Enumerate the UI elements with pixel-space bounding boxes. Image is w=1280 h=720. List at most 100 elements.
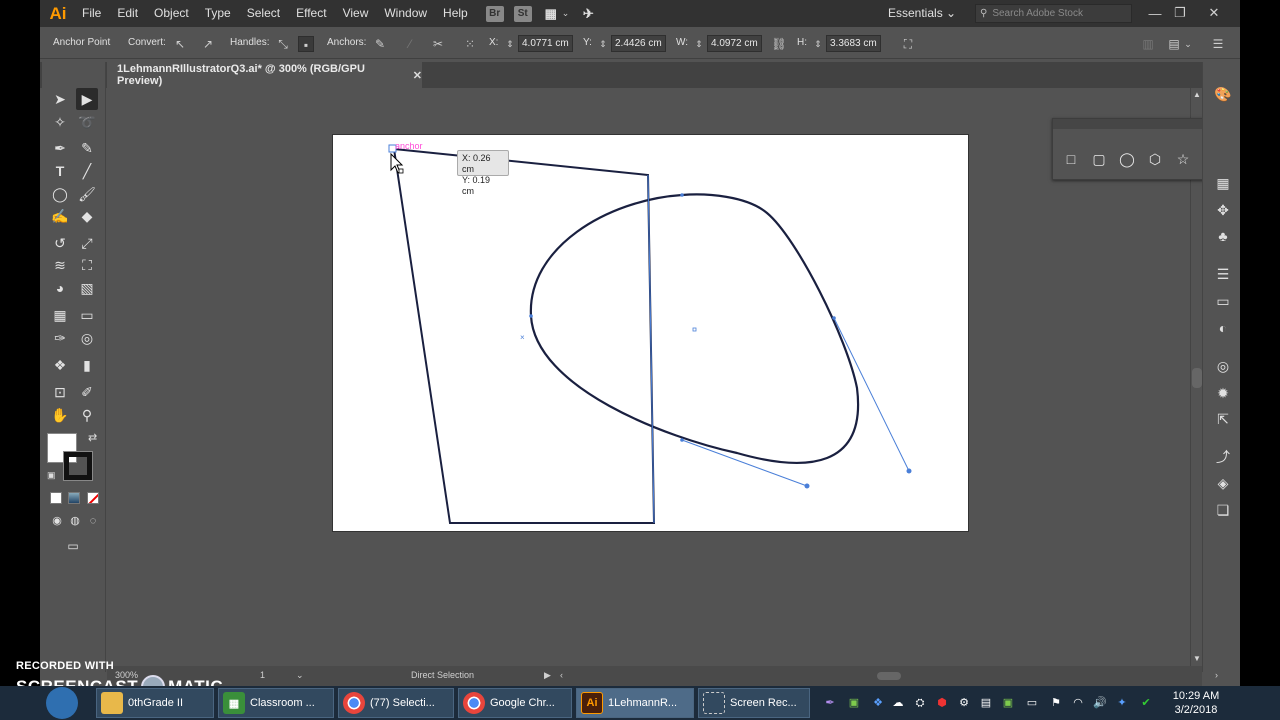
symbols-panel-icon[interactable]: ▦ — [1213, 173, 1233, 193]
artboards-panel-icon[interactable]: ❏ — [1213, 500, 1233, 520]
ellipse-tool-icon[interactable]: ◯ — [49, 183, 71, 205]
menu-window[interactable]: Window — [376, 0, 435, 27]
artboard-number[interactable]: 1 — [260, 670, 265, 680]
minimize-icon[interactable]: — — [1145, 3, 1165, 23]
pen-tool-icon[interactable]: ✒ — [49, 137, 71, 159]
stepper-icon[interactable]: ⇕ — [505, 36, 515, 52]
color-panel-icon[interactable]: 🎨 — [1213, 84, 1233, 104]
start-button[interactable] — [46, 687, 78, 719]
artwork[interactable]: × — [107, 88, 1190, 666]
menu-view[interactable]: View — [335, 0, 377, 27]
stepper-icon[interactable]: ⇕ — [813, 36, 823, 52]
chevron-down-icon[interactable]: ⌄ — [1183, 36, 1193, 52]
bridge-button[interactable]: Br — [485, 5, 504, 22]
canvas-area[interactable]: × anchor X: 0.26 cm Y: 0.19 cm — [107, 88, 1190, 666]
gradient-panel-icon[interactable]: ▭ — [1213, 291, 1233, 311]
chevron-down-icon[interactable]: ⌄ — [562, 8, 570, 19]
free-transform-tool-icon[interactable]: ⛶ — [76, 254, 98, 276]
taskbar-item-screen-recorder[interactable]: Screen Rec... — [698, 688, 810, 718]
pen-tray-icon[interactable]: ✒ — [822, 695, 838, 711]
gpu-rocket-icon[interactable]: ✈ — [579, 6, 597, 22]
stock-search-input[interactable]: ⚲ Search Adobe Stock — [975, 4, 1132, 23]
remove-anchor-icon[interactable]: ✎ — [372, 36, 388, 52]
menu-object[interactable]: Object — [146, 0, 197, 27]
direct-selection-tool-icon[interactable]: ▶ — [76, 88, 98, 110]
horizontal-scroll-thumb[interactable] — [877, 672, 901, 680]
scroll-up-icon[interactable]: ▲ — [1193, 90, 1201, 99]
transform-icon[interactable]: ⛶ — [900, 36, 916, 52]
wifi-tray-icon[interactable]: ◠ — [1070, 695, 1086, 711]
evernote-tray-icon[interactable]: ▣ — [846, 695, 862, 711]
taskbar-item-chrome-1[interactable]: (77) Selecti... — [338, 688, 454, 718]
play-icon[interactable]: ▶ — [544, 670, 551, 681]
restore-icon[interactable]: ❐ — [1170, 3, 1190, 23]
x-field[interactable]: 4.0771 cm — [518, 35, 573, 52]
taskbar-item-illustrator[interactable]: Ai 1LehmannR... — [576, 688, 694, 718]
menu-select[interactable]: Select — [239, 0, 288, 27]
polygon-shape-icon[interactable]: ⬡ — [1147, 151, 1163, 167]
shaper-tool-icon[interactable]: ✍ — [49, 205, 71, 227]
paintbrush-tool-icon[interactable]: 🖌 — [76, 183, 98, 205]
app-tray-icon[interactable]: ▣ — [1000, 695, 1016, 711]
shape-builder-tool-icon[interactable]: ◕ — [49, 277, 71, 299]
hide-handles-icon[interactable]: ▪ — [298, 36, 314, 52]
default-fill-stroke-icon[interactable]: ▣ — [47, 470, 56, 481]
rotate-tool-icon[interactable]: ↺ — [49, 232, 71, 254]
display-tray-icon[interactable]: ▭ — [1024, 695, 1040, 711]
menu-help[interactable]: Help — [435, 0, 476, 27]
stroke-swatch[interactable] — [63, 451, 93, 481]
zoom-tool-icon[interactable]: ⚲ — [76, 404, 98, 426]
ellipse-shape-icon[interactable]: ◯ — [1119, 151, 1135, 167]
settings-tray-icon[interactable]: ⚙ — [956, 695, 972, 711]
taskbar-item-folder[interactable]: 0thGrade II — [96, 688, 214, 718]
none-mode-icon[interactable] — [87, 492, 99, 504]
w-field[interactable]: 4.0972 cm — [707, 35, 762, 52]
cut-path-icon[interactable]: ✂ — [430, 36, 446, 52]
close-icon[interactable]: ✕ — [1204, 3, 1224, 23]
panel-menu-icon[interactable]: ☰ — [1210, 36, 1226, 52]
scroll-thumb[interactable] — [1192, 368, 1202, 388]
arrange-documents-icon[interactable]: ▦ — [542, 6, 560, 22]
magic-wand-tool-icon[interactable]: ✧ — [49, 111, 71, 133]
isolate-icon[interactable]: ⁙ — [462, 36, 478, 52]
curvature-tool-icon[interactable]: ✎ — [76, 137, 98, 159]
constrain-link-icon[interactable]: ⛓ — [771, 36, 787, 52]
flag-tray-icon[interactable]: ⚑ — [1048, 695, 1064, 711]
color-mode-icon[interactable] — [50, 492, 62, 504]
current-tool-status[interactable]: Direct Selection — [411, 670, 474, 680]
rounded-rectangle-shape-icon[interactable]: ▢ — [1091, 151, 1107, 167]
mesh-tool-icon[interactable]: ▦ — [49, 304, 71, 326]
selection-tool-icon[interactable]: ➤ — [49, 88, 71, 110]
convert-smooth-icon[interactable]: ↗ — [200, 36, 216, 52]
arrange-icon[interactable]: ▤ — [1166, 36, 1182, 52]
width-tool-icon[interactable]: ≋ — [49, 254, 71, 276]
rectangle-shape-icon[interactable]: □ — [1063, 151, 1079, 167]
swap-fill-stroke-icon[interactable]: ⇄ — [88, 431, 97, 444]
scroll-right-icon[interactable]: › — [1215, 670, 1218, 680]
type-tool-icon[interactable]: T — [49, 160, 71, 182]
bluetooth-tray-icon[interactable]: ✦ — [1114, 695, 1130, 711]
gradient-mode-icon[interactable] — [68, 492, 80, 504]
security-tray-icon[interactable]: ⬢ — [934, 695, 950, 711]
perspective-grid-tool-icon[interactable]: ▧ — [76, 277, 98, 299]
eyedropper-tool-icon[interactable]: ✑ — [49, 327, 71, 349]
show-handles-icon[interactable]: ⤡ — [275, 36, 291, 52]
gradient-tool-icon[interactable]: ▭ — [76, 304, 98, 326]
cloud-tray-icon[interactable]: ☁ — [890, 695, 906, 711]
stroke-panel-icon[interactable]: ☰ — [1213, 264, 1233, 284]
menu-effect[interactable]: Effect — [288, 0, 334, 27]
stepper-icon[interactable]: ⇕ — [598, 36, 608, 52]
document-tab[interactable]: 1LehmannRIllustratorQ3.ai* @ 300% (RGB/G… — [107, 62, 422, 88]
taskbar-item-classroom[interactable]: ▦ Classroom ... — [218, 688, 334, 718]
draw-inside-icon[interactable]: ◌ — [82, 510, 104, 532]
scale-tool-icon[interactable]: ⤢ — [76, 232, 98, 254]
eraser-tool-icon[interactable]: ◆ — [76, 205, 98, 227]
taskbar-clock[interactable]: 10:29 AM 3/2/2018 — [1168, 689, 1224, 717]
workspace-switcher[interactable]: Essentials ⌄ — [888, 0, 956, 27]
stock-button[interactable]: St — [513, 5, 532, 22]
volume-mixer-tray-icon[interactable]: ▤ — [978, 695, 994, 711]
menu-file[interactable]: File — [74, 0, 109, 27]
artboard-tool-icon[interactable]: ⊡ — [49, 381, 71, 403]
export-icon[interactable]: ⤴ — [1213, 447, 1233, 467]
hand-tool-icon[interactable]: ✋ — [49, 404, 71, 426]
